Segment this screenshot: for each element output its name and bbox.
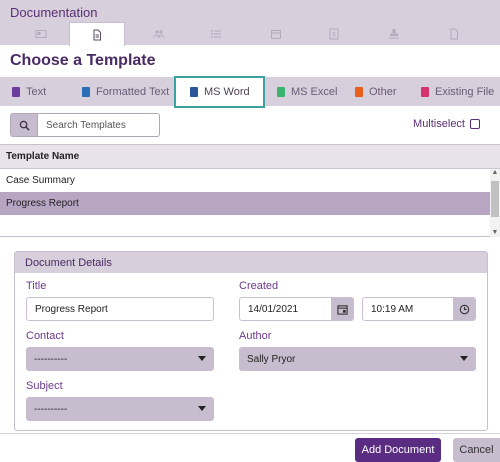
author-label: Author [239, 330, 272, 342]
section-title: Document Details [15, 252, 487, 273]
document-details-panel: Document Details Title Progress Report C… [14, 251, 488, 431]
chevron-down-icon [198, 356, 206, 361]
created-label: Created [239, 280, 279, 292]
formatted-text-icon [82, 86, 90, 97]
scrollbar-thumb[interactable] [491, 181, 499, 217]
tab-label: MS Excel [291, 85, 338, 98]
tab-stamp[interactable] [366, 22, 422, 45]
subject-label: Subject [26, 380, 63, 392]
chevron-down-icon [460, 356, 468, 361]
app-title: Documentation [10, 5, 98, 20]
search-input[interactable] [38, 113, 160, 137]
multiselect-checkbox[interactable] [470, 119, 480, 129]
tab-ms-excel[interactable]: MS Excel [265, 77, 343, 106]
search-button[interactable] [10, 113, 38, 137]
people-icon [153, 29, 165, 38]
subject-value: ---------- [34, 403, 68, 415]
id-card-icon [35, 29, 47, 38]
add-document-button[interactable]: Add Document [355, 438, 441, 462]
multiselect-toggle[interactable]: Multiselect [413, 118, 480, 130]
scroll-up-icon[interactable]: ▲ [491, 169, 499, 177]
created-date-value: 14/01/2021 [248, 303, 299, 315]
tab-label: Existing File [435, 85, 495, 98]
created-date-field[interactable]: 14/01/2021 [239, 297, 354, 321]
tab-ms-word[interactable]: MS Word [174, 76, 265, 108]
excel-icon [277, 86, 285, 97]
tab-existing-file[interactable]: Existing File [409, 77, 500, 106]
tab-documentation[interactable] [69, 22, 125, 46]
clock-icon [459, 304, 469, 314]
tab-label: Other [369, 85, 397, 98]
table-scrollbar[interactable]: ▲ ▼ [490, 169, 500, 237]
tab-people[interactable] [131, 22, 187, 45]
calendar-icon [271, 29, 281, 39]
created-time-value: 10:19 AM [371, 303, 414, 315]
title-field[interactable]: Progress Report [26, 297, 214, 321]
contact-select[interactable]: ---------- [26, 347, 214, 371]
tab-calendar[interactable] [248, 22, 304, 45]
time-picker-button[interactable] [453, 298, 475, 320]
text-file-icon [12, 86, 20, 97]
created-time-field[interactable]: 10:19 AM [362, 297, 476, 321]
template-type-tabs: Text Formatted Text MS Word MS Excel Oth… [0, 76, 500, 108]
template-table: Template Name Case Summary Progress Repo… [0, 144, 500, 237]
table-row[interactable]: Case Summary [0, 169, 490, 192]
column-header-template-name: Template Name [0, 145, 500, 169]
contact-value: ---------- [34, 353, 68, 365]
tab-label: Formatted Text [96, 85, 170, 98]
author-select[interactable]: Sally Pryor [239, 347, 476, 371]
multiselect-label: Multiselect [413, 118, 465, 130]
contact-label: Contact [26, 330, 64, 342]
search-icon [19, 120, 30, 131]
calendar-icon [336, 304, 348, 315]
tab-id-card[interactable] [13, 22, 69, 45]
chevron-down-icon [198, 406, 206, 411]
tab-formatted-text[interactable]: Formatted Text [70, 77, 174, 106]
top-bar: Documentation $ [0, 0, 500, 46]
tab-text[interactable]: Text [0, 77, 68, 106]
scroll-down-icon[interactable]: ▼ [491, 229, 499, 237]
date-picker-button[interactable] [331, 298, 353, 320]
tab-label: Text [26, 85, 47, 98]
title-label: Title [26, 280, 47, 292]
question-icon [355, 86, 363, 97]
word-icon [190, 87, 198, 97]
svg-text:$: $ [332, 30, 336, 38]
cancel-button[interactable]: Cancel [453, 438, 500, 462]
tab-file[interactable] [426, 22, 482, 45]
stamp-icon [389, 28, 399, 38]
import-file-icon [421, 86, 429, 97]
document-icon [93, 29, 101, 40]
tab-checklist[interactable] [188, 22, 244, 45]
file-icon [450, 28, 458, 39]
page-title: Choose a Template [10, 52, 156, 69]
subject-select[interactable]: ---------- [26, 397, 214, 421]
tab-billing[interactable]: $ [306, 22, 362, 45]
tab-label: MS Word [204, 86, 250, 98]
author-value: Sally Pryor [247, 353, 296, 365]
dollar-icon: $ [329, 28, 339, 39]
tab-other[interactable]: Other [343, 77, 409, 106]
checklist-icon [211, 29, 221, 38]
table-row-selected[interactable]: Progress Report [0, 192, 490, 215]
